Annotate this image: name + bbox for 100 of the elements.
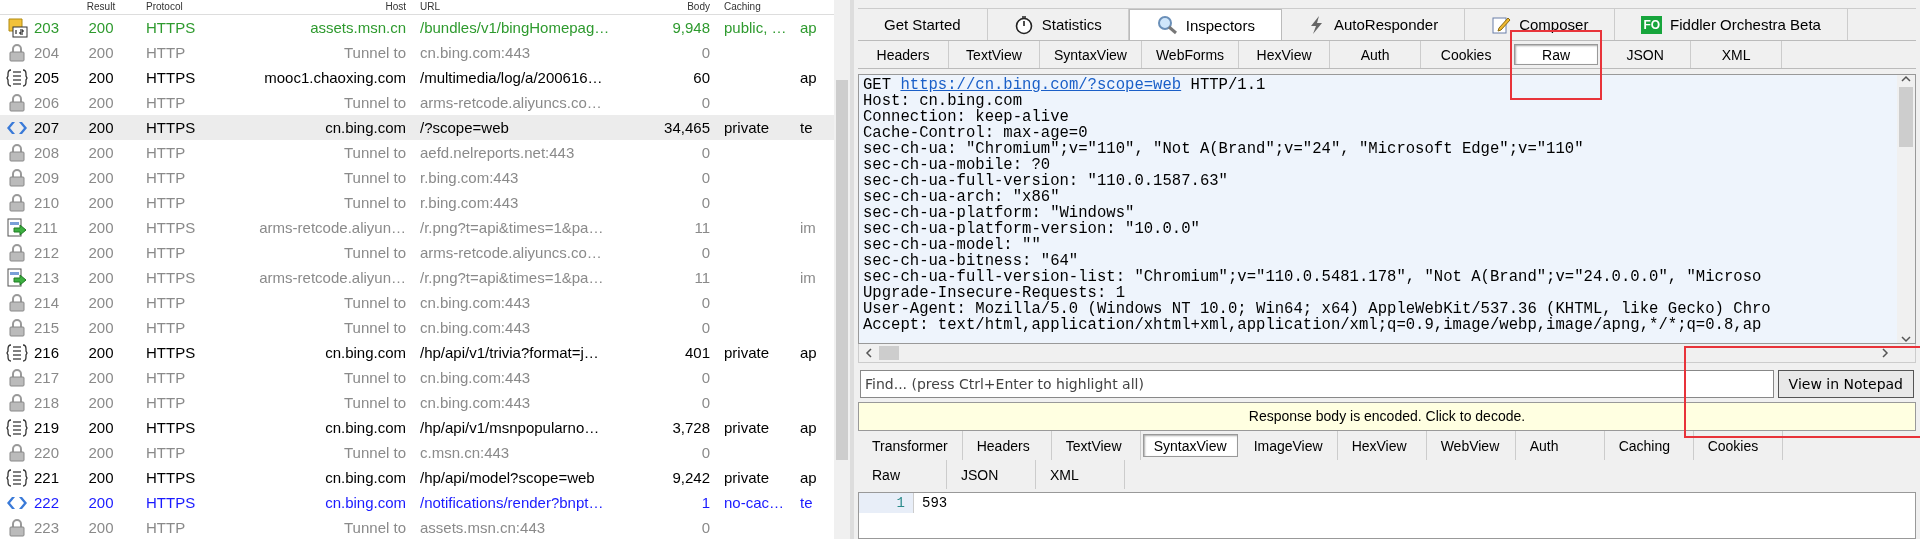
content-type-cell: ap [800,419,817,436]
column-header[interactable]: Protocol [132,0,210,14]
braces-document-icon [6,342,28,363]
response-view-tab[interactable]: TextView [1051,431,1141,460]
session-row[interactable]: 223 200 HTTP Tunnel to assets.msn.cn:443 0 [0,515,834,539]
result-cell-text: 200 [87,194,115,211]
response-view-tab[interactable]: XML [1036,460,1125,489]
request-view-tab[interactable]: Headers [858,41,949,68]
response-view-tab[interactable]: Auth [1515,431,1605,460]
session-row[interactable]: 220 200 HTTP Tunnel to c.msn.cn:443 0 [0,440,834,465]
request-view-tab[interactable]: Cookies [1421,41,1513,68]
scrollbar[interactable] [1897,75,1915,343]
session-number: 213 [34,269,61,286]
request-view-tab[interactable]: HexView [1239,41,1331,68]
content-type-cell: im [800,269,816,286]
session-row[interactable]: 207 200 HTTPS cn.bing.com /?scope=web 34,465 private te [0,115,834,140]
request-url-link[interactable]: https://cn.bing.com/?scope=web [900,76,1182,94]
response-view-tab[interactable]: Raw [858,460,947,489]
result-cell-text: 200 [87,319,115,336]
response-view-tab[interactable]: Cookies [1693,431,1783,460]
response-view-tab[interactable]: SyntaxView [1142,434,1238,457]
session-number: 223 [34,519,61,536]
host-cell-text: Tunnel to [343,294,407,311]
session-row[interactable]: 214 200 HTTP Tunnel to cn.bing.com:443 0 [0,290,834,315]
request-view-tab[interactable]: WebForms [1141,41,1240,68]
session-row[interactable]: 203 200 HTTPS assets.msn.cn /bundles/v1/bingHomepag… 9,948 public, … ap [0,15,834,40]
column-header[interactable]: Caching [714,0,796,14]
notepad-pencil-icon [1491,14,1512,35]
session-row[interactable]: 209 200 HTTP Tunnel to r.bing.com:443 0 [0,165,834,190]
protocol-cell-text: HTTPS [145,119,197,136]
session-row[interactable]: 208 200 HTTP Tunnel to aefd.nelreports.net:443 0 [0,140,834,165]
host-cell-text: Tunnel to [343,519,407,536]
padlock-icon [9,193,25,212]
scrollbar[interactable] [858,344,1916,363]
padlock-icon [9,443,25,462]
session-number: 212 [34,244,61,261]
session-row[interactable]: 222 200 HTTPS cn.bing.com /notifications/render?bnpt… 1 no-cac… te [0,490,834,515]
chevron-right-icon[interactable] [1881,348,1889,358]
response-view-tab[interactable]: Headers [962,431,1052,460]
response-view-tab[interactable]: ImageView [1239,431,1338,460]
url-cell-text: /multimedia/log/a/200616… [419,69,604,86]
protocol-cell-text: HTTPS [145,469,197,486]
session-row[interactable]: 206 200 HTTP Tunnel to arms-retcode.aliyuncs.co… 0 [0,90,834,115]
session-row[interactable]: 217 200 HTTP Tunnel to cn.bing.com:443 0 [0,365,834,390]
view-in-notepad-button[interactable]: View in Notepad [1777,370,1914,398]
column-header[interactable]: URL [410,0,632,14]
response-view-tab[interactable]: HexView [1337,431,1427,460]
request-view-tab[interactable]: TextView [949,41,1040,68]
padlock-icon [9,43,25,62]
inspector-tab[interactable]: Statistics [987,9,1129,40]
response-view-tab[interactable]: JSON [947,460,1036,489]
session-row[interactable]: 221 200 HTTPS cn.bing.com /hp/api/model?scope=web 9,242 private ap [0,465,834,490]
inspector-tab[interactable]: Get Started [858,9,988,40]
scrollbar-thumb[interactable] [836,80,848,460]
inspector-tab[interactable]: Inspectors [1128,9,1282,40]
raw-request-text: GET https://cn.bing.com/?scope=web HTTP/1.1 Host: cn.bing.com Connection: keep-alive Cache-Control: max-age=0 sec-ch-ua: "Chromium";v="110", "Not A(Brand";v="24", "Microsoft Edge";v="110" sec-ch-ua-mobile: ?0 sec-ch-ua-full-version: "110.0.1587.63" sec-ch-ua-arch: "x86" sec-ch-ua-platform: "Windows" sec-ch-ua-platform-version: "10.0.0" sec-ch-ua-model: "" sec-ch-ua-bitness: "64" sec-ch-ua-full-version-list: "Chromium";v="110.0.5481.178", "Not A(Brand";v="24.0.0.0", "Microso Upgrade-Insecure-Requests: 1 User-Agent: Mozilla/5.0 (Windows NT 10.0; Win64; x64) AppleWebKit/537.36 (KHTML, like Gecko) Chro Accept: text/html,application/xhtml+xml,application/xml;q=0.9,image/webp,image/apng,*/*;q=0.8,ap [862,75,1772,336]
decode-notice-bar[interactable]: Response body is encoded. Click to decode. [858,402,1916,431]
inspector-tab[interactable]: AutoResponder [1281,9,1466,40]
content-type-cell: te [800,119,813,136]
chevron-left-icon[interactable] [865,348,873,358]
protocol-cell-text: HTTP [145,94,187,111]
session-row[interactable]: 215 200 HTTP Tunnel to cn.bing.com:443 0 [0,315,834,340]
request-view-tab[interactable]: SyntaxView [1040,41,1142,68]
body-cell-text: 9,242 [671,469,711,486]
host-cell-text: Tunnel to [343,369,407,386]
request-view-tab[interactable]: Raw [1514,44,1599,65]
column-header[interactable]: Body [632,0,714,14]
session-row[interactable]: 205 200 HTTPS mooc1.chaoxing.com /multimedia/log/a/200616… 60 ap [0,65,834,90]
session-row[interactable]: 216 200 HTTPS cn.bing.com /hp/api/v1/trivia?format=j… 401 private ap [0,340,834,365]
column-header[interactable]: Result [70,0,132,14]
body-cell-text: 0 [700,94,711,111]
chevron-down-icon[interactable] [1901,335,1911,343]
session-number: 215 [34,319,61,336]
session-row[interactable]: 218 200 HTTP Tunnel to cn.bing.com:443 0 [0,390,834,415]
url-cell-text: /r.png?t=api&times=1&pa… [419,269,605,286]
scrollbar[interactable] [834,0,850,539]
result-cell-text: 200 [87,119,115,136]
body-cell-text: 1 [700,494,711,511]
column-header[interactable]: Host [210,0,410,14]
request-view-tab[interactable]: Auth [1330,41,1422,68]
request-view-tab[interactable]: JSON [1600,41,1692,68]
protocol-cell-text: HTTP [145,394,187,411]
session-row[interactable]: 213 200 HTTPS arms-retcode.aliyun… /r.png?t=api&times=1&pa… 11 im [0,265,834,290]
session-row[interactable]: 210 200 HTTP Tunnel to r.bing.com:443 0 [0,190,834,215]
session-row[interactable]: 212 200 HTTP Tunnel to arms-retcode.aliyuncs.co… 0 [0,240,834,265]
chevron-up-icon[interactable] [1901,75,1911,83]
inspector-tab[interactable]: Composer [1465,9,1616,40]
response-view-tab[interactable]: Caching [1604,431,1694,460]
session-row[interactable]: 204 200 HTTP Tunnel to cn.bing.com:443 0 [0,40,834,65]
scrollbar-thumb[interactable] [879,346,899,360]
response-view-tab[interactable]: Transformer [858,431,963,460]
url-cell-text: cn.bing.com:443 [419,44,532,61]
request-view-tab[interactable]: XML [1691,41,1783,68]
scrollbar-thumb[interactable] [1899,87,1913,147]
host-cell-text: cn.bing.com [324,119,407,136]
session-row[interactable]: 219 200 HTTPS cn.bing.com /hp/api/v1/msnpopularno… 3,728 private ap [0,415,834,440]
inspector-tab[interactable]: FO Fiddler Orchestra Beta [1615,9,1848,40]
response-view-tab[interactable]: WebView [1426,431,1516,460]
session-row[interactable]: 211 200 HTTPS arms-retcode.aliyun… /r.png?t=api&times=1&pa… 11 im [0,215,834,240]
find-field[interactable]: Find... (press Ctrl+Enter to highlight all) [860,370,1774,398]
